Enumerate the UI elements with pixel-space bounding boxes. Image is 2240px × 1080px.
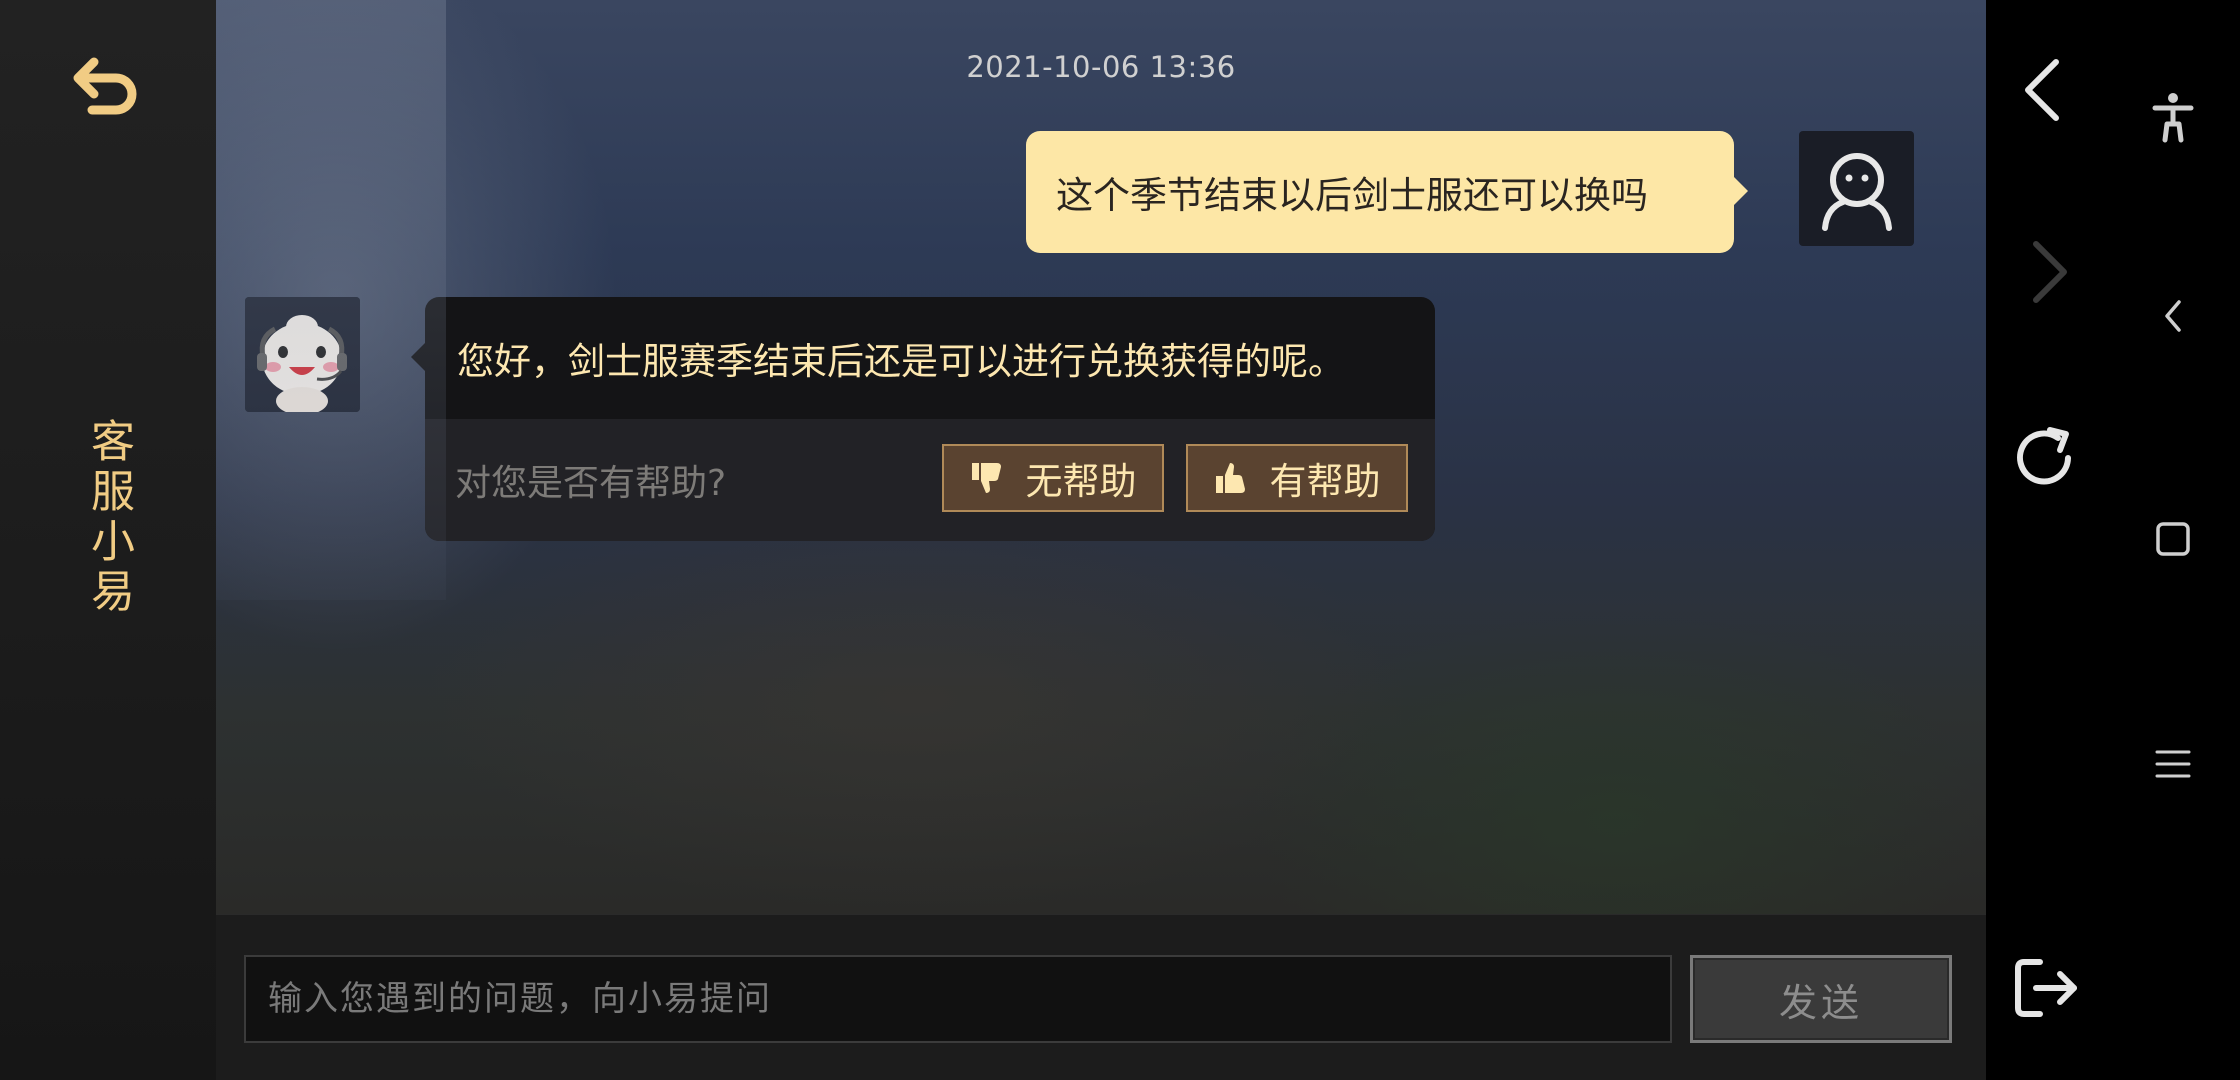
chevron-left-icon[interactable]: [2006, 50, 2086, 130]
not-helpful-label: 无帮助: [1025, 460, 1137, 503]
sidebar-title: 客服小易: [83, 418, 134, 618]
user-message-text: 这个季节结束以后剑士服还可以换吗: [1056, 174, 1648, 217]
user-message-bubble: 这个季节结束以后剑士服还可以换吗: [1026, 131, 1748, 253]
chevron-right-icon[interactable]: [2006, 232, 2086, 312]
accessibility-icon[interactable]: [2143, 88, 2203, 148]
input-bar: 发送: [216, 914, 1986, 1080]
bubble-tail: [411, 343, 425, 371]
bot-message-card: 您好，剑士服赛季结束后还是可以进行兑换获得的呢。 对您是否有帮助? 无帮助 有帮…: [411, 297, 1435, 541]
bot-message-text: 您好，剑士服赛季结束后还是可以进行兑换获得的呢。: [457, 340, 1345, 383]
chat-area[interactable]: 2021-10-06 13:36 这个季节结束以后剑士服还可以换吗 您好，剑士服…: [216, 0, 1986, 914]
message-timestamp: 2021-10-06 13:36: [966, 50, 1236, 84]
not-helpful-button[interactable]: 无帮助: [942, 444, 1164, 512]
feedback-question: 对您是否有帮助?: [455, 463, 727, 504]
question-input[interactable]: [244, 955, 1672, 1043]
thumbs-down-icon: [971, 463, 1001, 493]
refresh-icon[interactable]: [2006, 418, 2086, 498]
bubble-tail: [1734, 177, 1748, 205]
sidebar-title-wrap: 客服小易: [78, 418, 138, 658]
helpful-button[interactable]: 有帮助: [1186, 444, 1408, 512]
small-chevron-left-icon[interactable]: [2143, 286, 2203, 346]
return-arrow-icon[interactable]: [68, 52, 142, 118]
feedback-row: 对您是否有帮助? 无帮助 有帮助: [425, 419, 1435, 541]
helpful-label: 有帮助: [1269, 460, 1381, 503]
hamburger-menu-icon[interactable]: [2143, 734, 2203, 794]
square-home-icon[interactable]: [2143, 510, 2203, 570]
send-button[interactable]: 发送: [1690, 955, 1952, 1043]
user-face-icon: [1799, 131, 1914, 246]
mascot-avatar-icon: [245, 297, 360, 412]
thumbs-up-icon: [1215, 463, 1245, 493]
left-sidebar: 客服小易: [0, 0, 218, 1080]
system-nav-rail: [2106, 0, 2240, 1080]
app-root: 客服小易 2021-10-06 13:36 这个季节结束以后剑士服还可以换吗 您…: [0, 0, 2240, 1080]
exit-icon[interactable]: [2006, 948, 2086, 1028]
browser-nav-panel: [1986, 0, 2106, 1080]
